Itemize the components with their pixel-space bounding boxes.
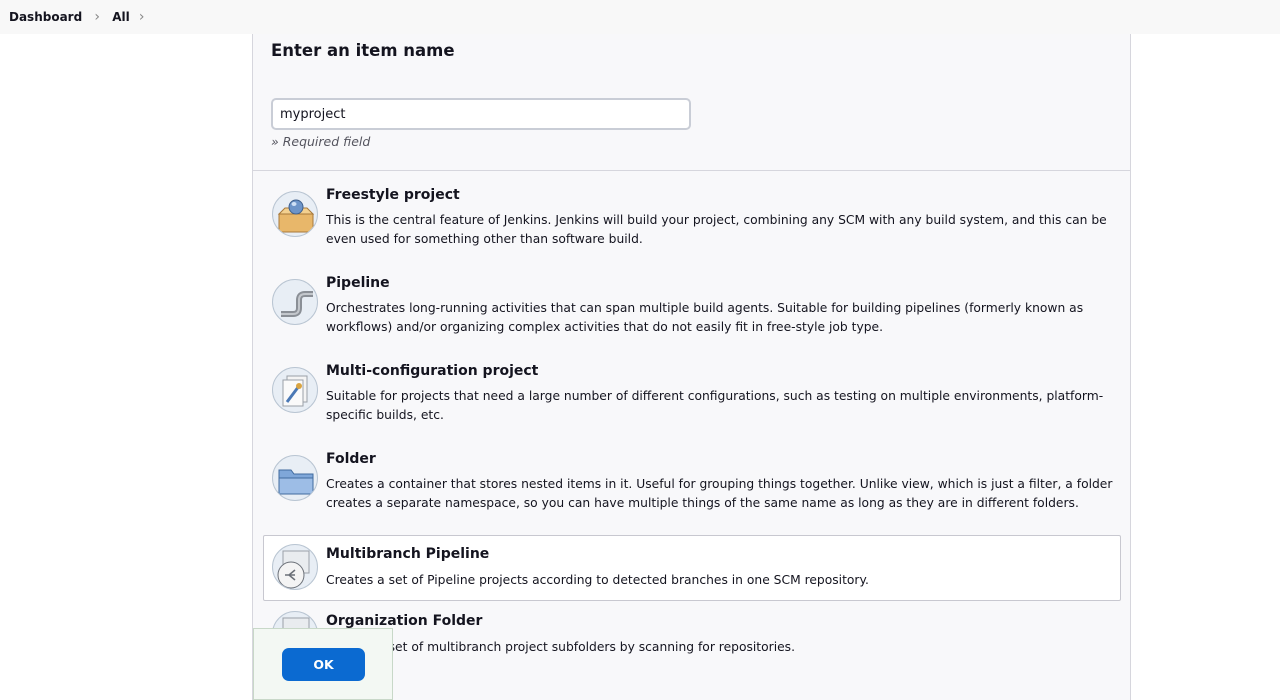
item-title: Organization Folder <box>326 613 483 629</box>
multibranch-pipeline-icon <box>272 544 318 590</box>
page-title: Enter an item name <box>271 41 455 60</box>
required-field-note: » Required field <box>271 134 371 149</box>
chevron-right-icon[interactable]: › <box>130 9 154 25</box>
item-name-section: Enter an item name » Required field <box>253 34 1130 171</box>
item-description: Creates a set of Pipeline projects accor… <box>326 573 869 587</box>
item-description: Creates a set of multibranch project sub… <box>326 640 795 654</box>
item-type-freestyle-project[interactable]: Freestyle project This is the central fe… <box>263 186 1121 252</box>
pipeline-icon <box>272 279 318 325</box>
item-title: Freestyle project <box>326 187 460 203</box>
item-name-input[interactable] <box>271 98 691 130</box>
breadcrumb-dashboard[interactable]: Dashboard <box>9 10 82 24</box>
item-title: Multibranch Pipeline <box>326 546 490 562</box>
breadcrumb-all[interactable]: All <box>112 10 130 24</box>
breadcrumb: Dashboard › All › <box>0 0 1280 34</box>
freestyle-icon <box>272 191 318 237</box>
item-title: Folder <box>326 451 376 467</box>
ok-button-container: OK <box>253 628 393 700</box>
item-description: Orchestrates long-running activities tha… <box>326 301 1084 334</box>
ok-button[interactable]: OK <box>282 648 365 681</box>
item-type-multi-configuration-project[interactable]: Multi-configuration project Suitable for… <box>263 362 1121 428</box>
item-type-folder[interactable]: Folder Creates a container that stores n… <box>263 450 1121 516</box>
item-description: Suitable for projects that need a large … <box>326 389 1104 422</box>
chevron-right-icon[interactable]: › <box>82 9 112 25</box>
item-type-multibranch-pipeline[interactable]: Multibranch Pipeline Creates a set of Pi… <box>263 535 1121 601</box>
multi-configuration-icon <box>272 367 318 413</box>
folder-icon <box>272 455 318 501</box>
item-title: Pipeline <box>326 275 390 291</box>
item-description: This is the central feature of Jenkins. … <box>326 213 1107 246</box>
item-description: Creates a container that stores nested i… <box>326 477 1113 510</box>
item-title: Multi-configuration project <box>326 363 539 379</box>
new-item-panel: Enter an item name » Required field Free… <box>252 34 1131 700</box>
item-type-pipeline[interactable]: Pipeline Orchestrates long-running activ… <box>263 274 1121 340</box>
